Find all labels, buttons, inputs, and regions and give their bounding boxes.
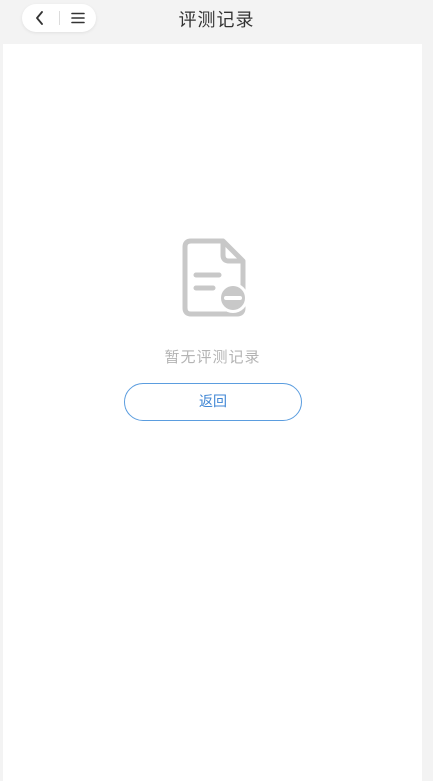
document-minus-icon [182,238,248,317]
header-bar: 评测记录 [0,0,433,44]
empty-message: 暂无评测记录 [164,348,261,366]
main-content: 暂无评测记录 返回 [3,44,422,781]
return-button[interactable]: 返回 [124,383,302,421]
page-title: 评测记录 [178,10,255,31]
